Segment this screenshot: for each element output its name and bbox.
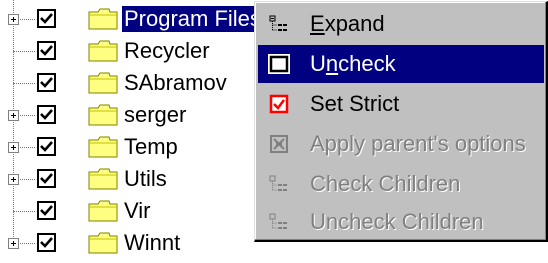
tree-item-label[interactable]: Temp bbox=[124, 134, 178, 160]
expand-plus-icon[interactable] bbox=[8, 238, 19, 249]
uncheck-children-icon bbox=[269, 213, 287, 229]
checkbox[interactable] bbox=[37, 233, 56, 252]
menu-item-label: Set Strict bbox=[310, 91, 400, 116]
checkbox[interactable] bbox=[37, 137, 56, 156]
tree-item-label[interactable]: Program Files bbox=[122, 6, 263, 32]
expand-plus-icon[interactable] bbox=[8, 14, 19, 25]
check-children-icon bbox=[269, 175, 287, 191]
folder-icon bbox=[88, 232, 118, 254]
tree-connector bbox=[13, 211, 35, 212]
folder-icon bbox=[88, 168, 118, 190]
tree-item-label[interactable]: Utils bbox=[124, 166, 167, 192]
expand-plus-icon[interactable] bbox=[8, 142, 19, 153]
checkbox[interactable] bbox=[37, 9, 56, 28]
menu-item-label: Uncheck Children bbox=[310, 209, 484, 234]
menu-item-check-children[interactable]: Check Children bbox=[258, 165, 544, 203]
folder-icon bbox=[88, 72, 118, 94]
menu-item-set-strict[interactable]: Set Strict bbox=[258, 85, 544, 123]
checkbox[interactable] bbox=[37, 201, 56, 220]
tree-item-label[interactable]: Recycler bbox=[124, 38, 210, 64]
tree-vertical-connector bbox=[13, 0, 14, 245]
checkbox[interactable] bbox=[37, 73, 56, 92]
tree-item-label[interactable]: Vir bbox=[124, 198, 151, 224]
checkbox[interactable] bbox=[37, 105, 56, 124]
menu-item-label: Expand bbox=[310, 11, 385, 36]
tree-connector bbox=[13, 83, 35, 84]
tree-item-label[interactable]: serger bbox=[124, 102, 186, 128]
expand-plus-icon[interactable] bbox=[8, 110, 19, 121]
apply-parent-icon bbox=[270, 135, 288, 153]
context-menu: Expand Uncheck Set Strict Apply parent's… bbox=[254, 1, 548, 242]
folder-icon bbox=[88, 200, 118, 222]
menu-item-uncheck[interactable]: Uncheck bbox=[258, 45, 544, 83]
folder-icon bbox=[88, 136, 118, 158]
tree-item-label[interactable]: Winnt bbox=[124, 230, 180, 256]
tree-connector bbox=[13, 51, 35, 52]
checkbox[interactable] bbox=[37, 169, 56, 188]
menu-item-label: Uncheck bbox=[310, 51, 396, 76]
menu-item-apply-parent-options[interactable]: Apply parent's options bbox=[258, 125, 544, 163]
tree-item-label[interactable]: SAbramov bbox=[124, 70, 227, 96]
menu-item-label: Check Children bbox=[310, 171, 461, 196]
expand-tree-icon bbox=[269, 15, 287, 31]
folder-icon bbox=[88, 104, 118, 126]
folder-icon bbox=[88, 40, 118, 62]
menu-item-uncheck-children[interactable]: Uncheck Children bbox=[258, 203, 544, 241]
folder-icon bbox=[88, 8, 118, 30]
expand-plus-icon[interactable] bbox=[8, 174, 19, 185]
menu-item-label: Apply parent's options bbox=[310, 131, 526, 156]
checkbox[interactable] bbox=[37, 41, 56, 60]
menu-item-expand[interactable]: Expand bbox=[258, 5, 544, 43]
uncheck-box-icon bbox=[268, 54, 290, 74]
strict-check-icon bbox=[269, 94, 289, 114]
